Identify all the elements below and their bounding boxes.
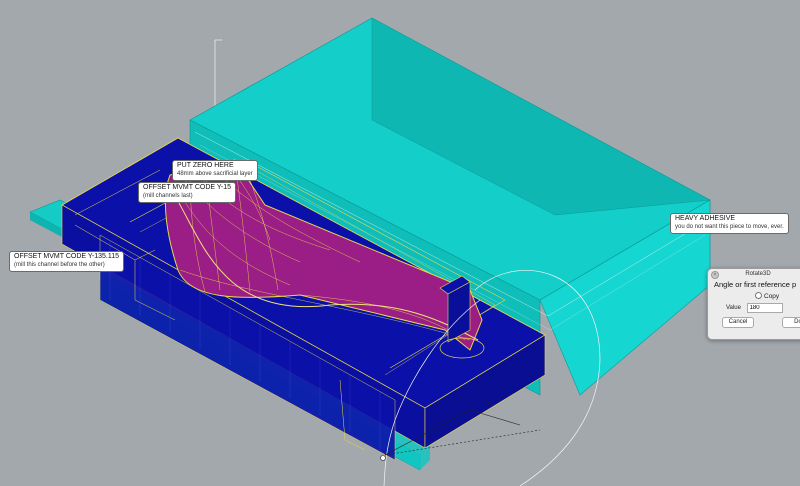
callout-note: you do not want this piece to move, ever… [675, 224, 784, 230]
callout-title: HEAVY ADHESIVE [675, 215, 736, 222]
copy-radio[interactable] [755, 292, 762, 299]
value-row: Value [708, 303, 800, 313]
dialog-titlebar[interactable]: × Rotate3D [708, 269, 800, 279]
callout-title: OFFSET MVMT CODE Y-135.115 [14, 253, 120, 260]
ok-button[interactable]: Do [782, 317, 800, 328]
callout-title: PUT ZERO HERE [177, 162, 234, 169]
copy-option[interactable]: Copy [708, 292, 800, 300]
callout-note: (mill channels last) [143, 193, 193, 199]
callout-note: (mill this channel before the other) [14, 262, 105, 268]
dialog-buttons: Cancel Do [708, 317, 800, 328]
close-icon[interactable]: × [711, 271, 719, 279]
callout-offset-y135: OFFSET MVMT CODE Y-135.115 (mill this ch… [9, 251, 125, 272]
callout-heavy-adhesive: HEAVY ADHESIVE you do not want this piec… [670, 213, 789, 234]
callout-put-zero: PUT ZERO HERE 48mm above sacrificial lay… [172, 160, 258, 181]
value-input[interactable] [746, 303, 783, 313]
callout-title: OFFSET MVMT CODE Y-15 [143, 184, 232, 191]
dialog-prompt: Angle or first reference p [714, 280, 797, 289]
copy-label: Copy [764, 293, 780, 300]
cancel-button[interactable]: Cancel [722, 317, 754, 328]
dialog-title: Rotate3D [745, 271, 771, 277]
callout-note: 48mm above sacrificial layer [177, 171, 253, 177]
value-label: Value [726, 305, 741, 311]
cad-viewport[interactable] [0, 0, 800, 486]
callout-offset-y15: OFFSET MVMT CODE Y-15 (mill channels las… [138, 182, 237, 203]
rotate3d-dialog[interactable]: × Rotate3D Angle or first reference p Co… [707, 268, 800, 340]
